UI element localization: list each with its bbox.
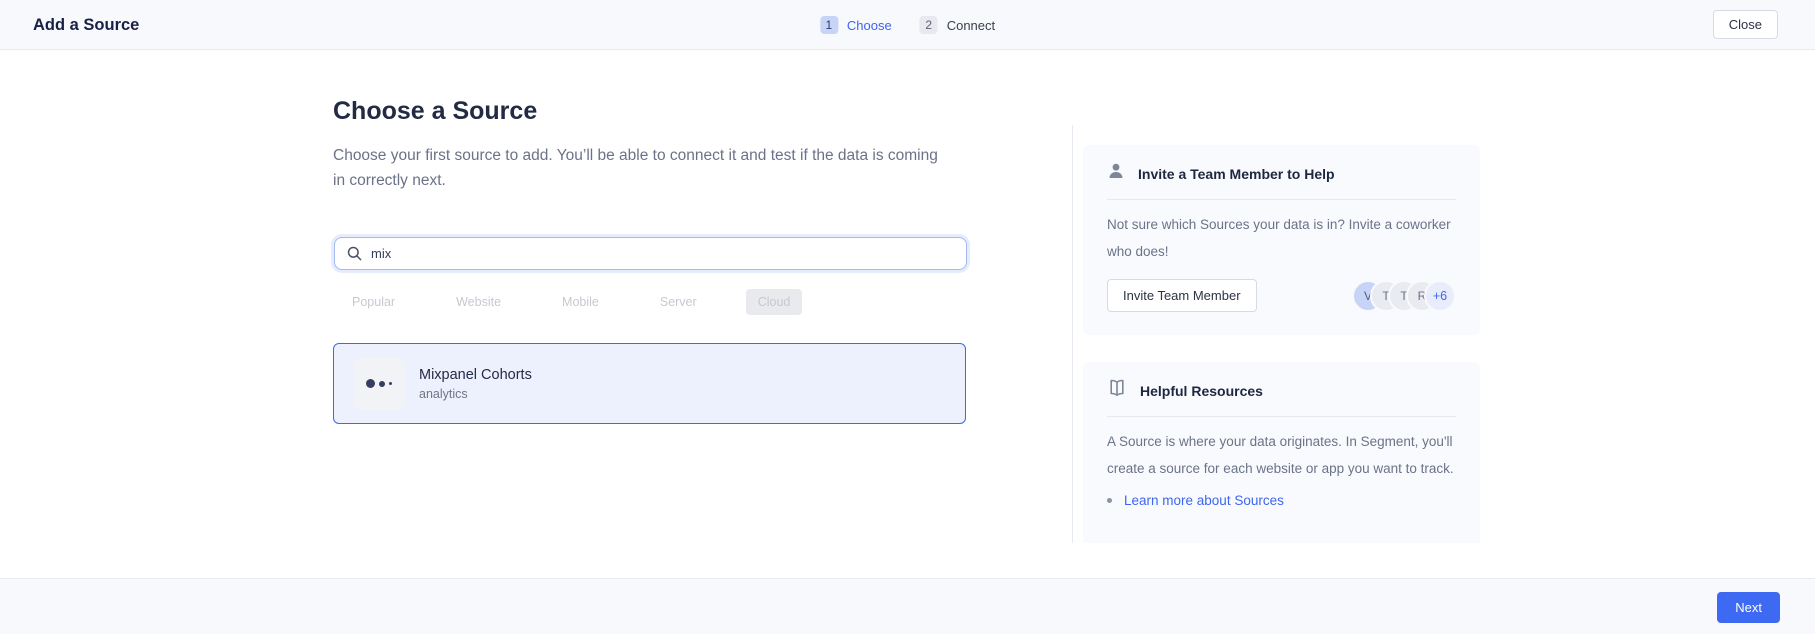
- logo-dot: [366, 379, 375, 388]
- tab-cloud[interactable]: Cloud: [746, 289, 803, 315]
- invite-card-body: Not sure which Sources your data is in? …: [1107, 211, 1456, 265]
- close-button[interactable]: Close: [1713, 10, 1778, 39]
- search-icon: [347, 246, 362, 261]
- resources-card-title: Helpful Resources: [1140, 383, 1263, 399]
- next-button[interactable]: Next: [1717, 592, 1780, 623]
- avatar-group: V T T R +6: [1352, 280, 1456, 312]
- book-icon: [1107, 379, 1127, 402]
- step-choose[interactable]: 1 Choose: [820, 16, 892, 34]
- tab-server[interactable]: Server: [648, 289, 709, 315]
- person-icon: [1107, 162, 1125, 185]
- tab-popular[interactable]: Popular: [340, 289, 407, 315]
- stepper: 1 Choose 2 Connect: [820, 0, 995, 50]
- header: Add a Source 1 Choose 2 Connect Close: [0, 0, 1815, 50]
- mixpanel-logo-icon: [353, 358, 405, 410]
- step-choose-label: Choose: [847, 18, 892, 33]
- helpful-resources-card: Helpful Resources A Source is where your…: [1083, 362, 1480, 543]
- tab-mobile[interactable]: Mobile: [550, 289, 611, 315]
- main-description: Choose your first source to add. You’ll …: [333, 143, 945, 193]
- tab-website[interactable]: Website: [444, 289, 513, 315]
- invite-card-title: Invite a Team Member to Help: [1138, 166, 1335, 182]
- logo-dot: [379, 381, 385, 387]
- search-input[interactable]: [371, 238, 966, 269]
- source-text: Mixpanel Cohorts analytics: [419, 367, 532, 401]
- page-title: Add a Source: [33, 0, 139, 50]
- resources-card-header: Helpful Resources: [1083, 362, 1480, 402]
- resources-link-row: Learn more about Sources: [1107, 493, 1456, 508]
- resources-card-body: A Source is where your data originates. …: [1107, 428, 1456, 482]
- sidebar-divider: [1072, 125, 1073, 543]
- step-connect[interactable]: 2 Connect: [920, 16, 995, 34]
- divider: [1107, 199, 1456, 200]
- step-choose-badge: 1: [820, 16, 838, 34]
- divider: [1107, 416, 1456, 417]
- avatar-overflow-count: +6: [1424, 280, 1456, 312]
- step-connect-badge: 2: [920, 16, 938, 34]
- learn-more-sources-link[interactable]: Learn more about Sources: [1124, 493, 1284, 508]
- step-connect-label: Connect: [947, 18, 995, 33]
- invite-team-card: Invite a Team Member to Help Not sure wh…: [1083, 145, 1480, 335]
- main-heading: Choose a Source: [333, 97, 537, 126]
- logo-dot: [389, 382, 392, 385]
- source-name: Mixpanel Cohorts: [419, 367, 532, 383]
- bullet-icon: [1107, 498, 1112, 503]
- invite-team-member-button[interactable]: Invite Team Member: [1107, 279, 1257, 312]
- source-category: analytics: [419, 387, 532, 401]
- footer: Next: [0, 578, 1815, 634]
- source-result-mixpanel-cohorts[interactable]: Mixpanel Cohorts analytics: [333, 343, 966, 424]
- invite-actions: Invite Team Member V T T R +6: [1083, 279, 1480, 312]
- search-box: [334, 237, 967, 270]
- category-tabs: Popular Website Mobile Server Cloud: [340, 289, 802, 315]
- invite-card-header: Invite a Team Member to Help: [1083, 145, 1480, 185]
